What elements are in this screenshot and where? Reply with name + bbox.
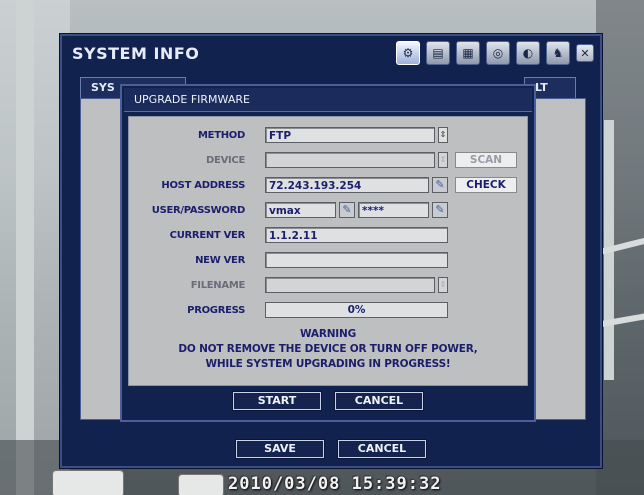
warning-message: WARNING DO NOT REMOVE THE DEVICE OR TURN… — [129, 327, 527, 372]
device-spinner-icon[interactable]: ⇕ — [438, 152, 448, 168]
user-icon[interactable]: ♞ — [546, 41, 570, 65]
user-password-label: USER/PASSWORD — [151, 205, 246, 216]
window-buttons: SAVE CANCEL — [62, 439, 600, 459]
gear-icon[interactable]: ⚙ — [396, 41, 420, 65]
user-password-row: USER/PASSWORD vmax ✎ **** ✎ — [129, 202, 527, 220]
current-ver-label: CURRENT VER — [169, 230, 246, 241]
new-ver-row: NEW VER — [129, 252, 527, 270]
start-button[interactable]: START — [232, 391, 322, 411]
menu-toolbar: ⚙ ▤ ▦ ◎ ◐ ♞ ✕ — [396, 41, 594, 65]
save-button[interactable]: SAVE — [235, 439, 325, 459]
dialog-title: UPGRADE FIRMWARE — [124, 88, 532, 112]
pole-left — [16, 0, 34, 495]
method-select[interactable]: FTP — [265, 127, 435, 143]
storage-icon[interactable]: ▤ — [426, 41, 450, 65]
current-ver-field: 1.1.2.11 — [265, 227, 448, 243]
password-field[interactable]: **** — [358, 202, 429, 218]
progress-bar: 0% — [265, 302, 448, 318]
network-icon[interactable]: ◎ — [486, 41, 510, 65]
scan-button[interactable]: SCAN — [455, 152, 517, 168]
record-icon[interactable]: ▦ — [456, 41, 480, 65]
host-address-label: HOST ADDRESS — [161, 180, 245, 191]
user-field[interactable]: vmax — [265, 202, 336, 218]
edit-user-icon[interactable]: ✎ — [339, 202, 355, 218]
host-row: HOST ADDRESS 72.243.193.254 ✎ CHECK — [129, 177, 527, 195]
progress-text: 0% — [347, 304, 366, 316]
dialog-buttons: START CANCEL — [122, 391, 534, 411]
parked-vehicle — [52, 470, 124, 495]
close-icon[interactable]: ✕ — [576, 44, 594, 62]
warning-line-2: WHILE SYSTEM UPGRADING IN PROGRESS! — [205, 358, 451, 370]
dialog-cancel-button[interactable]: CANCEL — [334, 391, 424, 411]
device-select[interactable] — [265, 152, 435, 168]
warning-line-1: DO NOT REMOVE THE DEVICE OR TURN OFF POW… — [178, 343, 478, 355]
filename-spinner-icon[interactable]: ⇕ — [438, 277, 448, 293]
filename-label: FILENAME — [190, 280, 246, 291]
upgrade-firmware-dialog: UPGRADE FIRMWARE METHOD FTP ⇕ DEVICE ⇕ S… — [120, 84, 536, 422]
event-icon[interactable]: ◐ — [516, 41, 540, 65]
device-row: DEVICE ⇕ SCAN — [129, 152, 527, 170]
check-button[interactable]: CHECK — [455, 177, 517, 193]
new-ver-field — [265, 252, 448, 268]
progress-row: PROGRESS 0% — [129, 302, 527, 320]
method-row: METHOD FTP ⇕ — [129, 127, 527, 145]
warning-title: WARNING — [299, 328, 357, 340]
cancel-button[interactable]: CANCEL — [337, 439, 427, 459]
progress-label: PROGRESS — [187, 305, 245, 316]
edit-host-icon[interactable]: ✎ — [432, 177, 448, 193]
edit-password-icon[interactable]: ✎ — [432, 202, 448, 218]
filename-select[interactable] — [265, 277, 435, 293]
method-spinner-icon[interactable]: ⇕ — [438, 127, 448, 143]
window-title: SYSTEM INFO — [72, 44, 200, 63]
parked-vehicle — [178, 474, 224, 495]
camera-timestamp: 2010/03/08 15:39:32 — [228, 474, 442, 494]
current-ver-row: CURRENT VER 1.1.2.11 — [129, 227, 527, 245]
dialog-body: METHOD FTP ⇕ DEVICE ⇕ SCAN HOST ADDRESS … — [128, 116, 528, 386]
new-ver-label: NEW VER — [195, 255, 245, 266]
host-address-field[interactable]: 72.243.193.254 — [265, 177, 429, 193]
device-label: DEVICE — [206, 155, 245, 166]
method-label: METHOD — [198, 130, 245, 141]
filename-row: FILENAME ⇕ — [129, 277, 527, 295]
